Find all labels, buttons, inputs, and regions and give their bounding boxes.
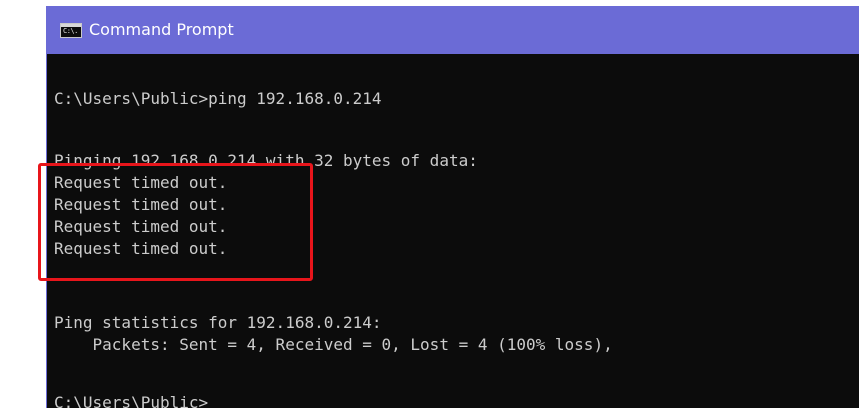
- console-output[interactable]: C:\Users\Public>ping 192.168.0.214 Pingi…: [46, 54, 859, 408]
- title-bar[interactable]: C:\. Command Prompt: [46, 6, 859, 54]
- pinging-line: Pinging 192.168.0.214 with 32 bytes of d…: [54, 151, 478, 170]
- prompt-command-line: C:\Users\Public>ping 192.168.0.214: [54, 89, 382, 108]
- window-border: [46, 54, 47, 408]
- reply-line: Request timed out.: [54, 195, 228, 214]
- reply-line: Request timed out.: [54, 239, 228, 258]
- cmd-app-icon[interactable]: C:\.: [60, 23, 82, 38]
- prompt-final-line: C:\Users\Public>: [54, 393, 209, 408]
- stats-header-line: Ping statistics for 192.168.0.214:: [54, 313, 382, 332]
- reply-line: Request timed out.: [54, 217, 228, 236]
- stats-packets-line: Packets: Sent = 4, Received = 0, Lost = …: [54, 335, 613, 354]
- command-prompt-window: C:\. Command Prompt C:\Users\Public>ping…: [46, 6, 859, 408]
- reply-line: Request timed out.: [54, 173, 228, 192]
- cmd-icon-glyph: C:\.: [63, 27, 78, 35]
- window-title: Command Prompt: [89, 20, 234, 39]
